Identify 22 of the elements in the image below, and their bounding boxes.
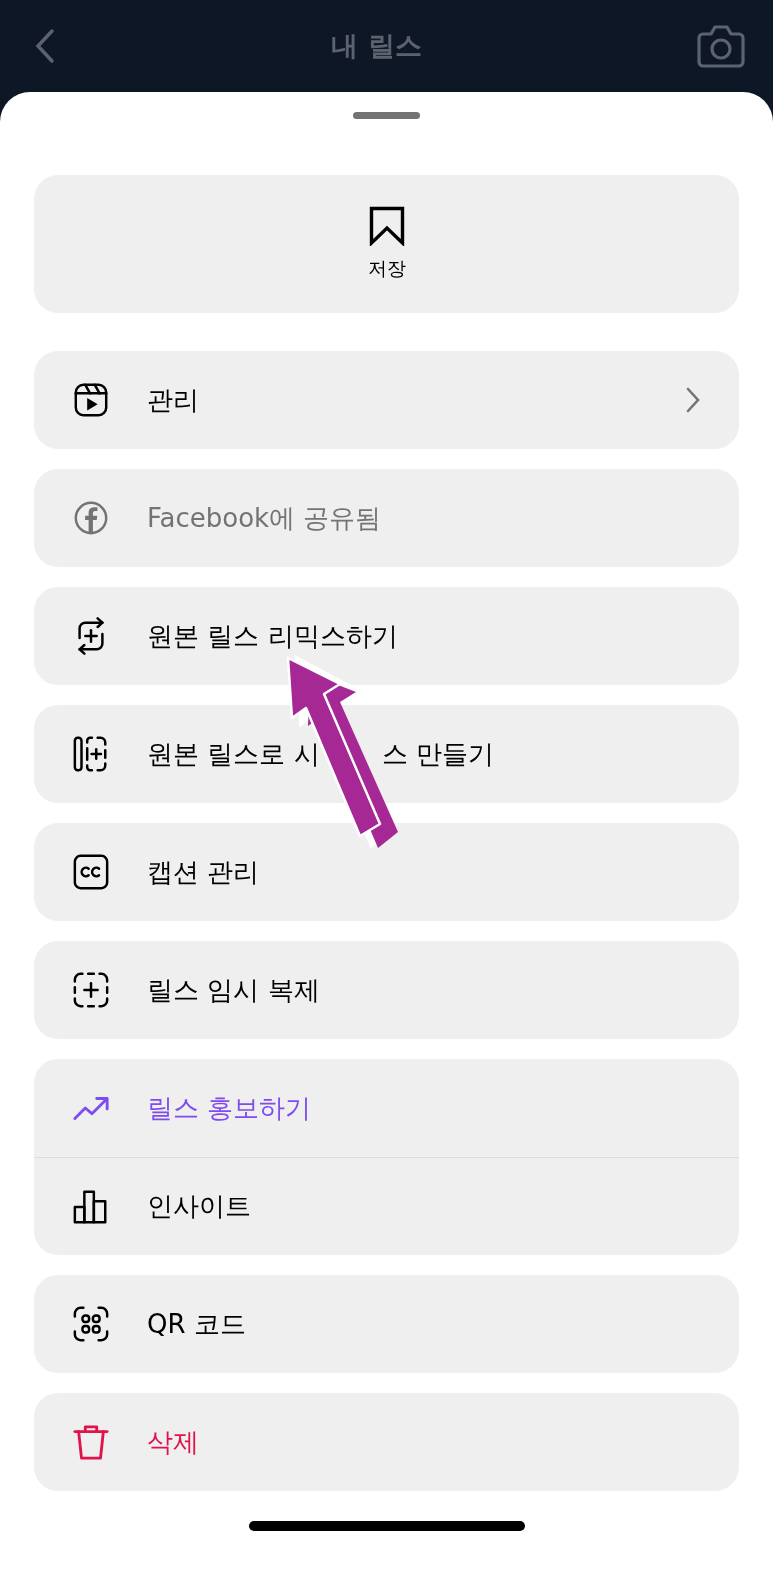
menu-item[interactable]: 삭제	[34, 1393, 739, 1491]
back-icon[interactable]	[34, 28, 56, 64]
menu-item[interactable]: 릴스 임시 복제	[34, 941, 739, 1039]
menu-item[interactable]: 캡션 관리	[34, 823, 739, 921]
menu-item[interactable]: 관리	[34, 351, 739, 449]
captions-icon	[72, 853, 110, 891]
screen-title: 내 릴스	[331, 29, 422, 63]
menu-item[interactable]: 릴스 홍보하기	[34, 1059, 739, 1157]
sheet-handle[interactable]	[353, 112, 420, 119]
camera-icon[interactable]	[697, 24, 745, 68]
add-dashed-icon	[72, 971, 110, 1009]
save-button[interactable]: 저장	[34, 175, 739, 313]
menu-item[interactable]: 인사이트	[34, 1157, 739, 1255]
bookmark-icon	[368, 206, 405, 246]
menu-item[interactable]: Facebook에 공유됨	[34, 469, 739, 567]
menu-item[interactable]: 원본 릴스 리믹스하기	[34, 587, 739, 685]
facebook-icon	[72, 499, 110, 537]
trash-icon	[72, 1423, 110, 1461]
menu-item[interactable]: 원본 릴스로 시 스 만들기	[34, 705, 739, 803]
qr-code-icon	[72, 1305, 110, 1343]
menu-item[interactable]: QR 코드	[34, 1275, 739, 1373]
reels-icon	[72, 381, 110, 419]
